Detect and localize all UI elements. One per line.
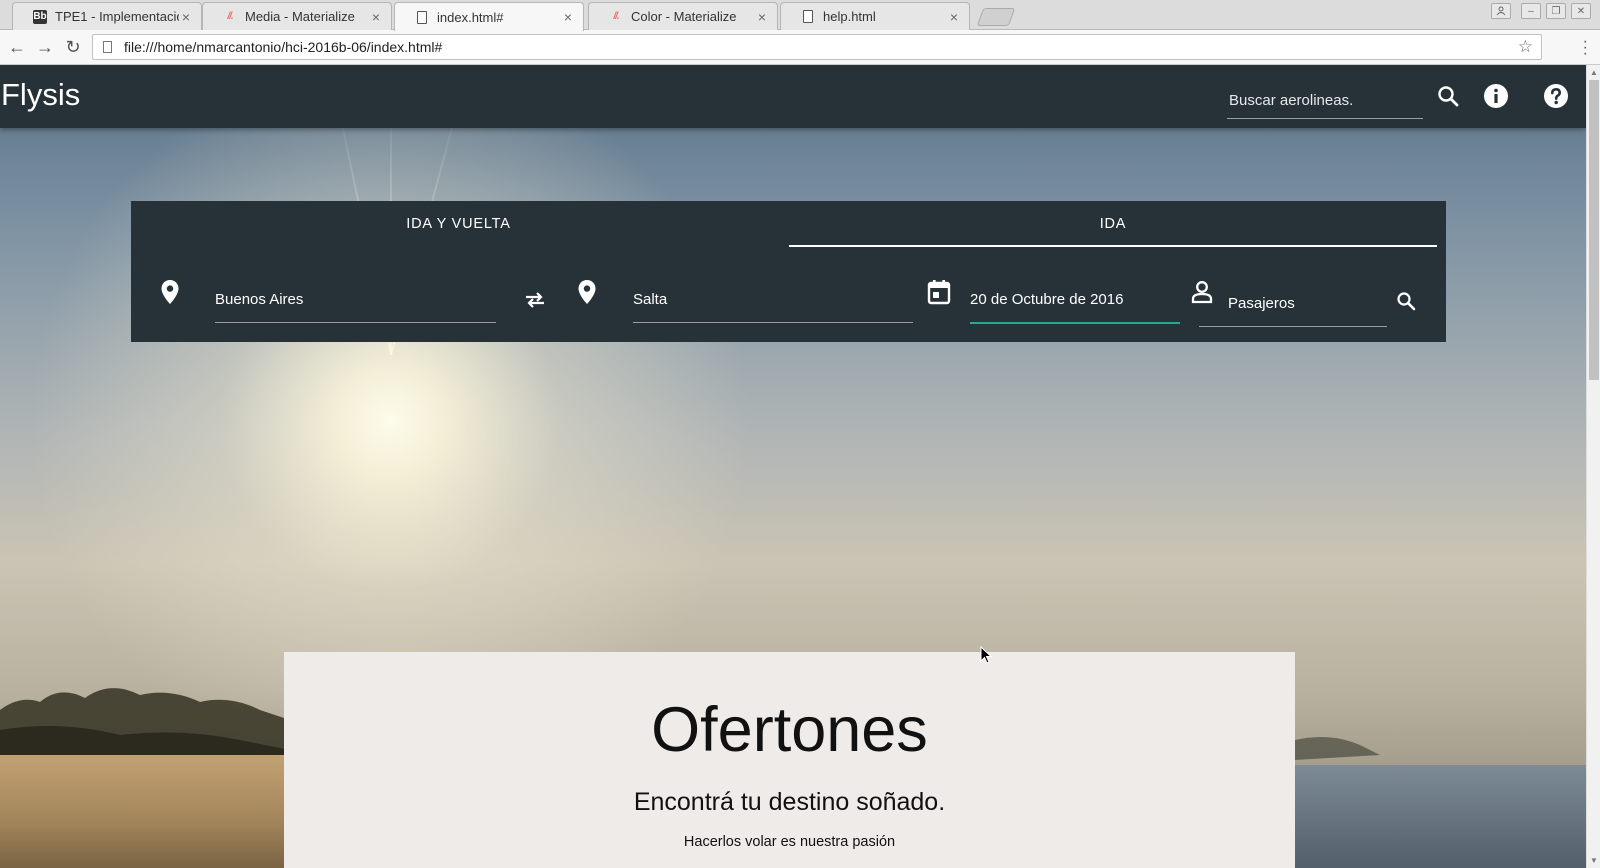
tab-one-way[interactable]: IDA [789,201,1437,247]
back-arrow-icon[interactable]: ← [6,36,28,58]
offers-tagline: Hacerlos volar es nuestra pasión [683,834,896,850]
search-icon[interactable] [1432,80,1464,112]
tab-title: index.html# [437,9,504,25]
background-beach [0,755,290,868]
mouse-cursor-icon [980,646,992,664]
file-favicon-icon [801,10,815,24]
airline-search-input[interactable] [1227,83,1423,119]
close-window-icon[interactable]: ✕ [1571,3,1591,19]
brand-logo[interactable]: Flysis [1,77,80,113]
close-tab-icon[interactable]: × [755,9,769,25]
close-tab-icon[interactable]: × [561,9,575,25]
bookmark-star-icon[interactable]: ☆ [1518,37,1533,57]
page-viewport: Flysis IDA Y VUELTA IDA Buenos Aires Sal… [0,65,1586,868]
url-text: file:///home/nmarcantonio/hci-2016b-06/i… [124,39,443,55]
flight-search-card: IDA Y VUELTA IDA Buenos Aires Salta 20 d… [131,201,1446,342]
file-favicon-icon [415,10,429,24]
page-info-icon[interactable] [103,41,112,53]
materialize-favicon-icon: //. [227,11,233,22]
browser-tab-help[interactable]: help.html × [780,2,970,30]
scrollbar-thumb[interactable] [1589,80,1599,380]
close-tab-icon[interactable]: × [179,9,193,25]
swap-arrows-icon[interactable] [522,286,548,314]
browser-menu-icon[interactable]: · · · [1583,34,1588,62]
app-navbar: Flysis [0,65,1586,128]
tab-title: TPE1 - Implementacio [55,9,179,24]
background-sea [1280,765,1586,868]
profile-icon[interactable] [1491,3,1511,19]
calendar-icon [926,278,952,306]
offers-subtitle: Encontrá tu destino soñado. [633,788,946,816]
bb-favicon-icon: Bb [33,9,47,24]
new-tab-button[interactable] [976,8,1016,26]
browser-tab-strip: Bb TPE1 - Implementacio × //. Media - Ma… [0,0,1600,31]
offers-title: Ofertones [651,695,928,765]
offers-section: Ofertones Encontrá tu destino soñado. Ha… [284,652,1295,868]
minimize-window-icon[interactable]: – [1521,3,1541,19]
forward-arrow-icon[interactable]: → [34,36,56,58]
info-icon[interactable] [1480,80,1512,112]
tab-title: Media - Materialize [245,9,355,24]
destination-field[interactable]: Salta [633,291,913,323]
origin-field[interactable]: Buenos Aires [215,291,496,323]
restore-window-icon[interactable]: ❐ [1546,3,1566,19]
tab-title: Color - Materialize [631,9,737,24]
browser-tab-media-materialize[interactable]: //. Media - Materialize × [202,2,392,30]
departure-date-field[interactable]: 20 de Octubre de 2016 [970,291,1180,324]
close-tab-icon[interactable]: × [947,9,961,25]
tab-round-trip[interactable]: IDA Y VUELTA [131,201,786,247]
browser-tab-tpe1[interactable]: Bb TPE1 - Implementacio × [12,2,202,30]
close-tab-icon[interactable]: × [369,9,383,25]
materialize-favicon-icon: //. [613,11,619,22]
search-flights-icon[interactable] [1393,287,1419,315]
destination-pin-icon [574,278,600,306]
tab-title: help.html [823,9,876,24]
browser-tab-index[interactable]: index.html# × [394,2,584,31]
scroll-down-icon[interactable]: ▼ [1590,856,1598,865]
help-icon[interactable] [1540,80,1572,112]
origin-pin-icon [157,278,183,306]
scroll-up-icon[interactable]: ▲ [1590,68,1598,77]
browser-toolbar: ← → ↻ file:///home/nmarcantonio/hci-2016… [0,30,1600,65]
address-bar[interactable]: file:///home/nmarcantonio/hci-2016b-06/i… [92,34,1542,60]
page-scrollbar[interactable]: ▲ ▼ [1586,65,1600,868]
reload-icon[interactable]: ↻ [62,36,84,58]
passengers-field[interactable]: Pasajeros [1199,295,1387,327]
active-tab-indicator [789,245,1437,247]
browser-tab-color-materialize[interactable]: //. Color - Materialize × [588,2,778,30]
